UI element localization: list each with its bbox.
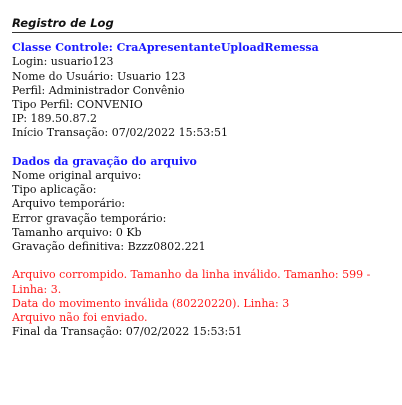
file-size-line: Tamanho arquivo: 0 Kb: [12, 225, 142, 239]
original-name-line: Nome original arquivo:: [12, 169, 142, 183]
temp-error-line: Error gravação temporário:: [12, 211, 167, 225]
app-type-line: Tipo aplicação:: [12, 183, 97, 197]
ip-line: IP: 189.50.87.2: [12, 112, 98, 126]
controle-heading: Classe Controle: CraApresentanteUploadRe…: [12, 41, 319, 55]
page-title: Registro de Log: [12, 16, 402, 34]
final-save-line: Gravação definitiva: Bzzz0802.221: [12, 240, 206, 254]
error-message: Arquivo não foi enviado.: [12, 311, 148, 325]
transaction-end-line: Final da Transação: 07/02/2022 15:53:51: [12, 325, 243, 339]
error-message: Arquivo corrompido. Tamanho da linha inv…: [12, 268, 371, 296]
profile-type-line: Tipo Perfil: CONVENIO: [12, 98, 143, 112]
login-line: Login: usuario123: [12, 55, 114, 69]
profile-line: Perfil: Administrador Convênio: [12, 83, 185, 97]
transaction-start-line: Início Transação: 07/02/2022 15:53:51: [12, 126, 229, 140]
file-data-heading: Dados da gravação do arquivo: [12, 154, 197, 168]
log-panel: Registro de Log Classe Controle: CraApre…: [12, 16, 402, 339]
error-message: Data do movimento inválida (80220220). L…: [12, 296, 290, 310]
user-name-line: Nome do Usuário: Usuario 123: [12, 69, 186, 83]
temp-file-line: Arquivo temporário:: [12, 197, 126, 211]
